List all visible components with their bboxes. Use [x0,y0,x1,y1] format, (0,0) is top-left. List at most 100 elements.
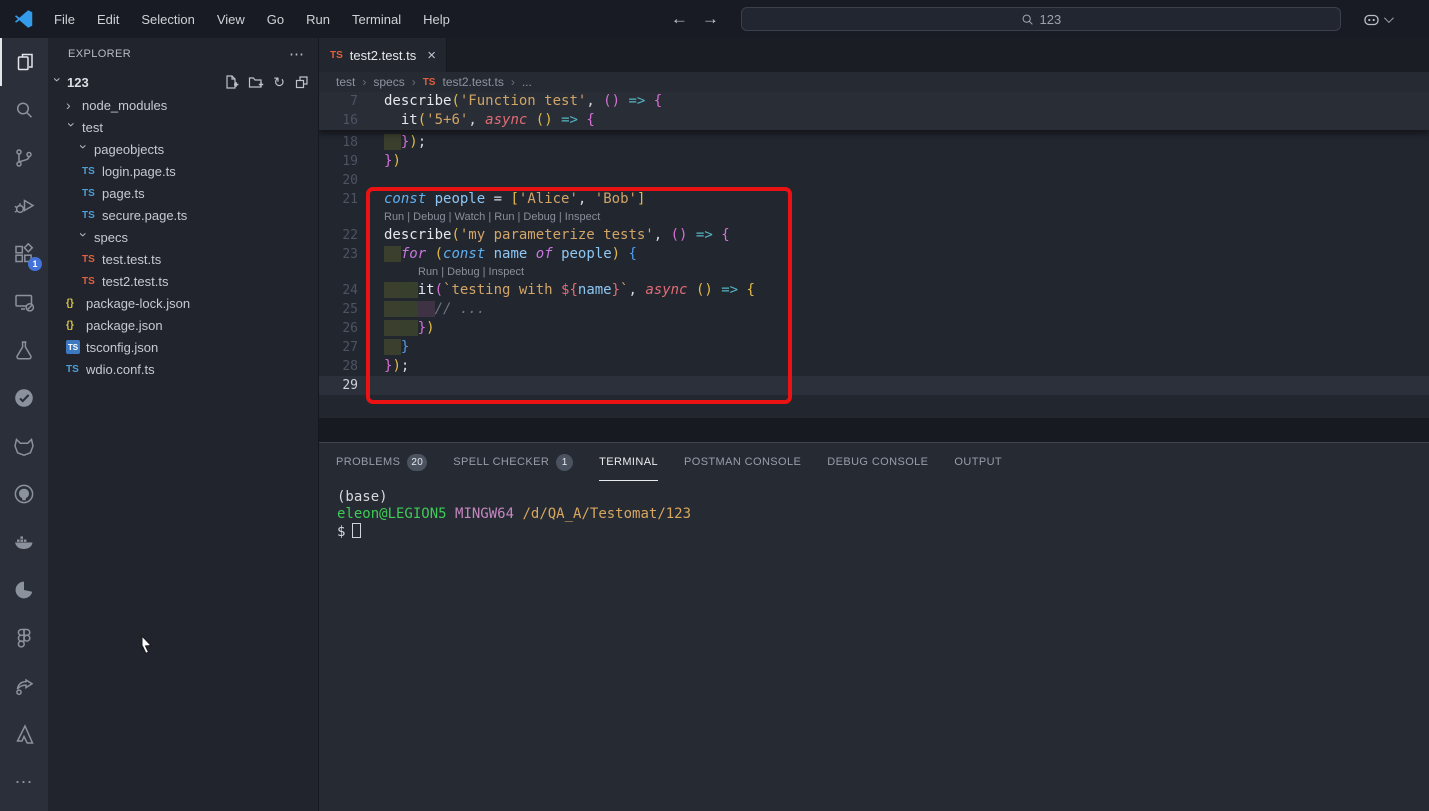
tree-item-package-lock-json[interactable]: {} package-lock.json [48,292,318,314]
chevron-right-icon: › [511,75,515,89]
terminal-input-line[interactable]: $ [337,523,1429,541]
code-line-28[interactable]: 28 }); [318,357,1429,376]
chevron-down-icon: › [77,232,91,244]
back-arrow-icon[interactable]: ← [671,9,688,29]
menu-run[interactable]: Run [297,8,339,31]
new-folder-icon[interactable] [248,74,264,90]
vscode-logo-icon [13,8,35,30]
tab-terminal[interactable]: TERMINAL [599,443,658,481]
activity-run-debug[interactable] [0,182,48,230]
search-value: 123 [1040,12,1062,27]
collapse-all-icon[interactable] [294,74,310,90]
new-file-icon[interactable] [223,74,239,90]
activity-fox-extension[interactable] [0,422,48,470]
copilot-menu[interactable] [1363,12,1391,27]
typescript-test-file-icon: TS [423,77,436,88]
tab-output[interactable]: OUTPUT [954,443,1002,481]
sticky-line-7[interactable]: 7 describe('Function test', () => { [318,92,1429,111]
activity-more[interactable]: ⋯ [0,758,48,806]
tree-item-test[interactable]: › test [48,116,318,138]
activity-docker[interactable] [0,518,48,566]
tree-item-test2-test-ts[interactable]: TS test2.test.ts [48,270,318,292]
tab-test2-test-ts[interactable]: TS test2.test.ts × [318,38,447,72]
activity-testing[interactable] [0,326,48,374]
terminal-user: eleon@LEGION5 [337,506,447,522]
menu-bar: File Edit Selection View Go Run Terminal… [45,8,459,31]
breadcrumb-specs[interactable]: specs [373,75,404,89]
workspace-section-header[interactable]: › 123 ↻ [48,70,318,94]
terminal-content[interactable]: (base) eleon@LEGION5 MINGW64 /d/QA_A/Tes… [318,481,1429,541]
code-line-21[interactable]: 21 const people = ['Alice', 'Bob'] [318,190,1429,209]
activity-remote-explorer[interactable] [0,278,48,326]
json-file-icon: {} [66,298,86,309]
code-line-25[interactable]: 25 // ... [318,300,1429,319]
breadcrumb-symbol[interactable]: ... [522,75,532,89]
menu-view[interactable]: View [208,8,254,31]
tree-item-wdio-conf-ts[interactable]: TS wdio.conf.ts [48,358,318,380]
menu-edit[interactable]: Edit [88,8,128,31]
tree-item-node-modules[interactable]: › node_modules [48,94,318,116]
tree-item-page-ts[interactable]: TS page.ts [48,182,318,204]
refresh-icon[interactable]: ↻ [273,75,285,89]
activity-search[interactable] [0,86,48,134]
breadcrumb: test › specs › TS test2.test.ts › ... [318,72,1429,92]
chevron-down-icon: › [77,144,91,156]
close-icon[interactable]: × [427,47,436,64]
bottom-panel: PROBLEMS20 SPELL CHECKER1 TERMINAL POSTM… [318,442,1429,811]
activity-source-control[interactable] [0,134,48,182]
tree-item-tsconfig-json[interactable]: TS tsconfig.json [48,336,318,358]
docker-icon [12,530,36,554]
menu-selection[interactable]: Selection [132,8,203,31]
code-line-27[interactable]: 27 } [318,338,1429,357]
activity-check-extension[interactable] [0,374,48,422]
code-line-26[interactable]: 26 }) [318,319,1429,338]
forward-arrow-icon[interactable]: → [702,9,719,29]
activity-pie-extension[interactable] [0,566,48,614]
command-center-search[interactable]: 123 [741,7,1341,31]
code-line-29-current[interactable]: 29 [318,376,1429,395]
activity-extensions[interactable]: 1 [0,230,48,278]
copilot-icon [1363,12,1380,27]
tab-postman-console[interactable]: POSTMAN CONSOLE [684,443,801,481]
menu-terminal[interactable]: Terminal [343,8,410,31]
json-file-icon: {} [66,320,86,331]
activity-share-extension[interactable] [0,662,48,710]
code-line-20[interactable]: 20 [318,171,1429,190]
code-line-23[interactable]: 23 for (const name of people) { [318,245,1429,264]
more-actions-icon[interactable]: ⋯ [289,45,304,63]
remote-window-icon [12,290,36,314]
activity-figma[interactable] [0,614,48,662]
sidebar-border [318,38,319,811]
menu-file[interactable]: File [45,8,84,31]
tab-debug-console[interactable]: DEBUG CONSOLE [827,443,928,481]
tab-spell-checker[interactable]: SPELL CHECKER1 [453,443,573,481]
figma-icon [12,626,36,650]
sticky-scroll: 7 describe('Function test', () => { 16 i… [318,92,1429,130]
tree-item-pageobjects[interactable]: › pageobjects [48,138,318,160]
typescript-test-file-icon: TS [330,50,343,61]
tree-item-secure-page-ts[interactable]: TS secure.page.ts [48,204,318,226]
codelens-run-debug-inspect[interactable]: Run | Debug | Inspect [318,264,1429,281]
chevron-down-icon [1384,13,1394,23]
code-line-22[interactable]: 22 describe('my parameterize tests', () … [318,226,1429,245]
pie-circle-icon [12,578,36,602]
menu-go[interactable]: Go [258,8,293,31]
tree-item-login-page-ts[interactable]: TS login.page.ts [48,160,318,182]
tree-item-package-json[interactable]: {} package.json [48,314,318,336]
menu-help[interactable]: Help [414,8,459,31]
tree-item-specs[interactable]: › specs [48,226,318,248]
workspace-name: 123 [67,75,223,90]
code-line-24[interactable]: 24 it(`testing with ${name}`, async () =… [318,281,1429,300]
codelens-run-debug[interactable]: Run | Debug | Watch | Run | Debug | Insp… [318,209,1429,226]
tab-problems[interactable]: PROBLEMS20 [336,443,427,481]
code-editor[interactable]: 7 describe('Function test', () => { 16 i… [318,92,1429,418]
code-line-18[interactable]: 18 }); [318,133,1429,152]
tree-item-test-test-ts[interactable]: TS test.test.ts [48,248,318,270]
activity-github[interactable] [0,470,48,518]
activity-azure[interactable] [0,710,48,758]
breadcrumb-file[interactable]: test2.test.ts [442,75,503,89]
sticky-line-16[interactable]: 16 it('5+6', async () => { [318,111,1429,130]
activity-explorer[interactable] [0,38,48,86]
code-line-19[interactable]: 19 }) [318,152,1429,171]
breadcrumb-test[interactable]: test [336,75,355,89]
